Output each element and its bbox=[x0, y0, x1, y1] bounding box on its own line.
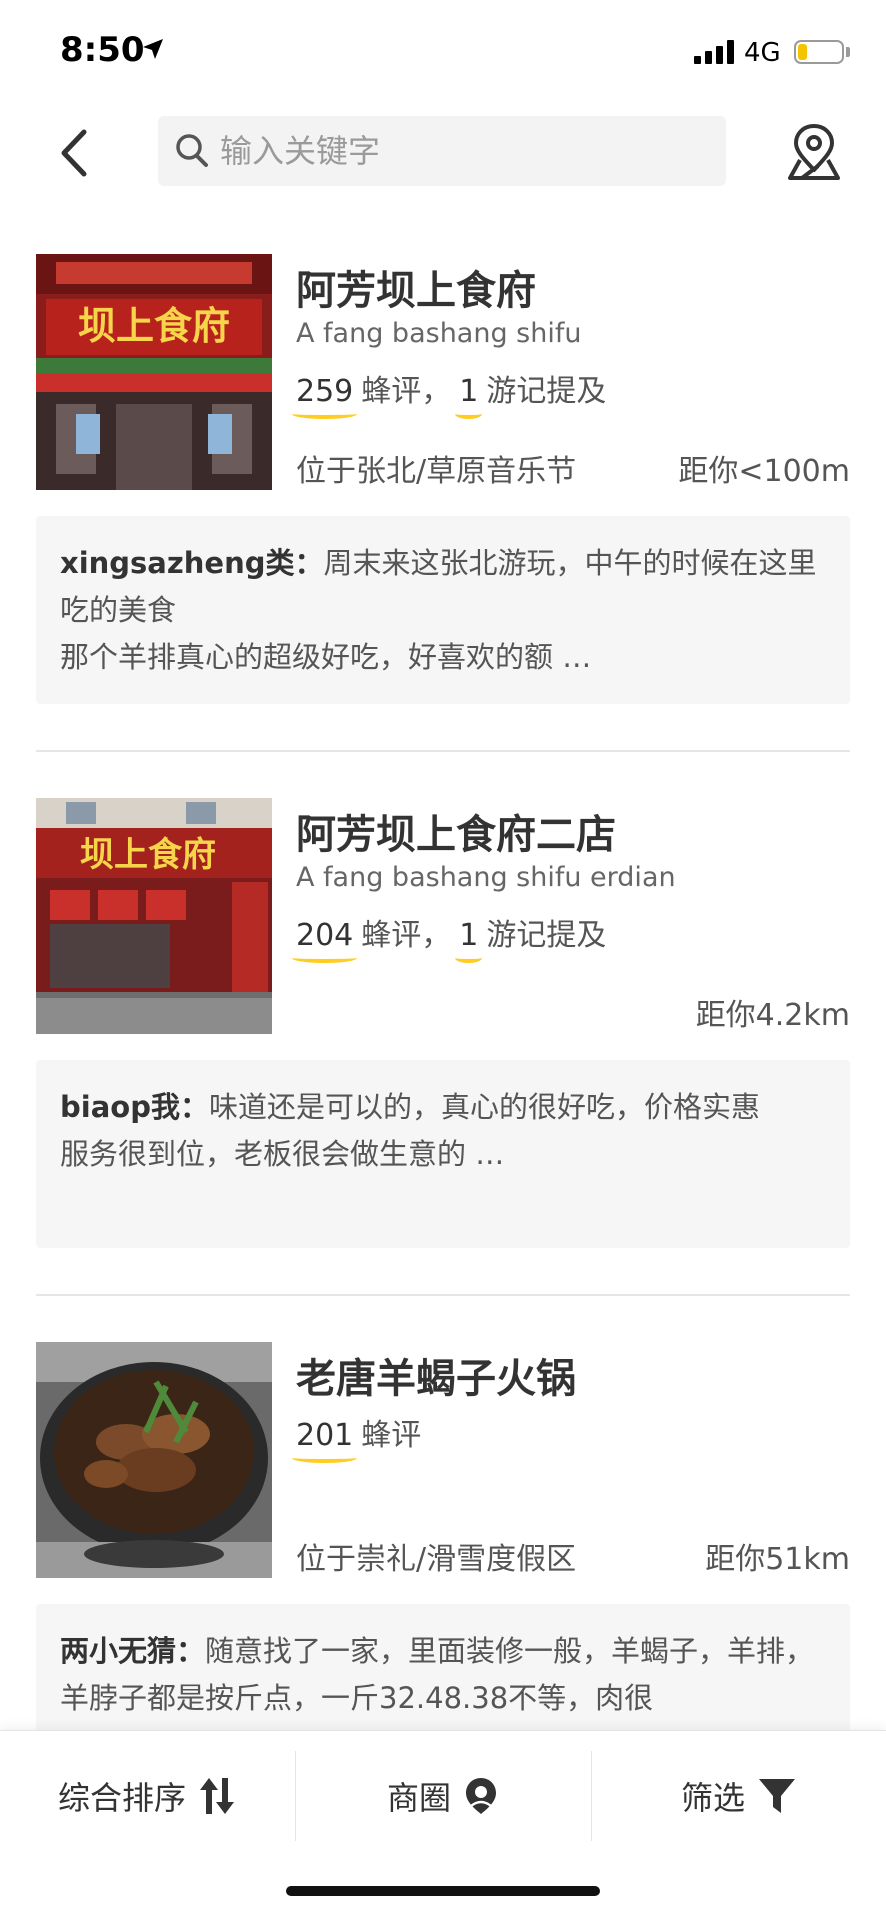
battery-cap bbox=[846, 47, 850, 57]
divider bbox=[36, 750, 850, 752]
area-tab[interactable]: 商圈 bbox=[296, 1751, 590, 1841]
area-label: 商圈 bbox=[386, 1779, 451, 1817]
sort-label: 综合排序 bbox=[57, 1779, 186, 1817]
svg-text:坝上食府: 坝上食府 bbox=[78, 304, 230, 348]
restaurant-photo: 坝上食府 bbox=[36, 254, 272, 490]
svg-text:坝上食府: 坝上食府 bbox=[80, 835, 216, 875]
restaurant-distance: 距你<100m bbox=[678, 454, 850, 489]
location-arrow-icon bbox=[143, 39, 163, 59]
status-bar: 8:50 4G bbox=[0, 0, 886, 100]
restaurant-stats: 204 蜂评， 1 游记提及 bbox=[291, 918, 607, 963]
restaurant-distance: 距你4.2km bbox=[695, 998, 850, 1033]
review-snippet[interactable]: biaop我：味道还是可以的，真心的很好吃，价格实惠 服务很到位，老板很会做生意… bbox=[36, 1060, 850, 1248]
review-author: biaop我： bbox=[60, 1090, 209, 1124]
restaurant-location: 位于崇礼/滑雪度假区 bbox=[296, 1542, 577, 1577]
reviews-label: 蜂评 bbox=[361, 918, 422, 953]
reviews-label: 蜂评 bbox=[361, 374, 422, 409]
page: 8:50 4G 输入关键字 坝上食府 阿芳坝上食府 A fang bashang… bbox=[0, 0, 886, 1920]
sort-tab[interactable]: 综合排序 bbox=[0, 1751, 294, 1841]
search-icon bbox=[176, 134, 208, 167]
restaurant-distance: 距你51km bbox=[705, 1542, 850, 1577]
travel-label: 游记提及 bbox=[486, 918, 607, 953]
sort-arrows-icon bbox=[200, 1778, 234, 1814]
search-input[interactable] bbox=[220, 116, 710, 186]
network-type: 4G bbox=[744, 38, 781, 68]
search-box[interactable] bbox=[158, 116, 726, 186]
restaurant-name: 老唐羊蝎子火锅 bbox=[296, 1356, 576, 1402]
restaurant-name: 阿芳坝上食府 bbox=[296, 268, 536, 314]
restaurant-location: 位于张北/草原音乐节 bbox=[296, 454, 577, 489]
travel-label: 游记提及 bbox=[486, 374, 607, 409]
reviews-label: 蜂评 bbox=[361, 1418, 422, 1453]
filter-label: 筛选 bbox=[680, 1779, 745, 1817]
chevron-left-icon bbox=[61, 129, 87, 177]
map-pin-icon bbox=[788, 124, 840, 180]
review-snippet[interactable]: xingsazheng类：周末来这张北游玩，中午的时候在这里吃的美食 那个羊排真… bbox=[36, 516, 850, 704]
restaurant-stats: 201 蜂评 bbox=[291, 1410, 422, 1463]
filter-tab[interactable]: 筛选 bbox=[592, 1751, 886, 1841]
divider bbox=[36, 1294, 850, 1296]
restaurant-pinyin: A fang bashang shifu erdian bbox=[296, 862, 676, 893]
restaurant-stats: 259 蜂评， 1 游记提及 bbox=[291, 374, 607, 419]
reviews-count: 201 bbox=[291, 1418, 358, 1463]
home-indicator bbox=[286, 1886, 600, 1896]
reviews-count: 259 bbox=[291, 374, 358, 419]
back-button[interactable] bbox=[50, 118, 100, 188]
reviews-count: 204 bbox=[291, 918, 358, 963]
filter-funnel-icon bbox=[759, 1779, 795, 1813]
location-pin-icon bbox=[466, 1778, 496, 1814]
status-time: 8:50 bbox=[60, 30, 145, 70]
map-button[interactable] bbox=[784, 120, 844, 184]
signal-icon bbox=[694, 40, 734, 64]
travel-count: 1 bbox=[455, 374, 483, 419]
review-author: xingsazheng类： bbox=[60, 546, 324, 580]
restaurant-pinyin: A fang bashang shifu bbox=[296, 318, 582, 349]
restaurant-name: 阿芳坝上食府二店 bbox=[296, 812, 616, 858]
review-author: 两小无猜： bbox=[60, 1634, 206, 1668]
battery-level bbox=[798, 44, 807, 60]
travel-count: 1 bbox=[455, 918, 483, 963]
restaurant-photo: 坝上食府 bbox=[36, 798, 272, 1034]
restaurant-photo bbox=[36, 1342, 272, 1578]
battery-icon bbox=[794, 40, 844, 64]
